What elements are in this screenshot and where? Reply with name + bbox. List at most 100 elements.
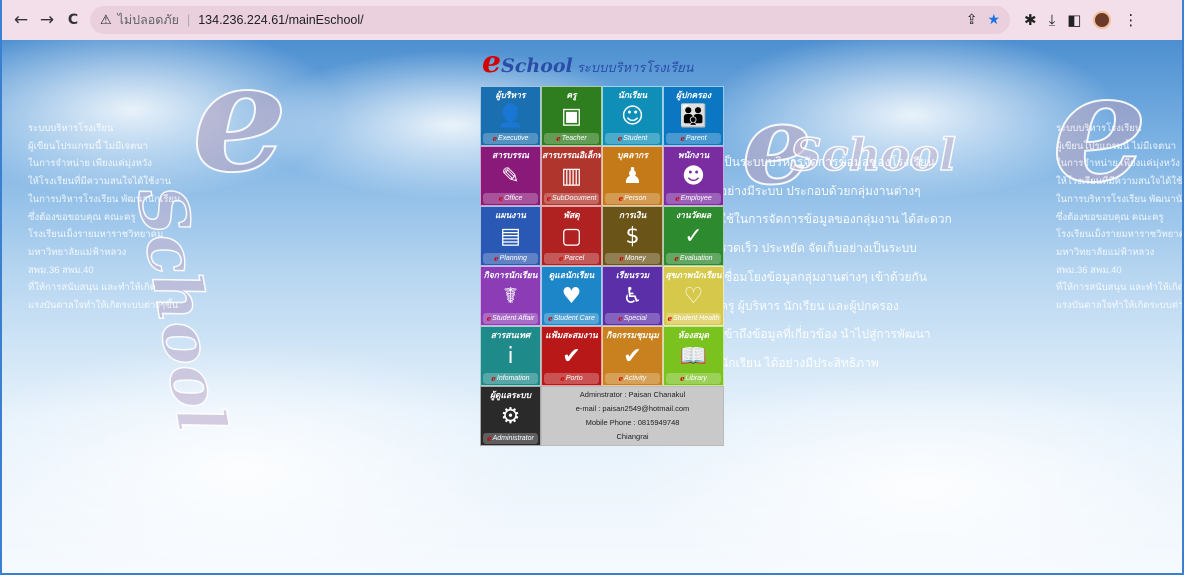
tile-footer: e Person	[605, 193, 660, 204]
side-line: มหาวิทยาลัยแม่ฟ้าหลวง	[28, 246, 127, 258]
tile-footer: e Activity	[605, 373, 660, 384]
person-tile[interactable]: บุคลากร ♟ e Person	[602, 146, 663, 206]
side-line: ให้โรงเรียนที่มีความสนใจได้ใช้งาน	[28, 176, 171, 188]
gear-icon: ⚙	[500, 403, 521, 429]
desc-line: อย่างมีระบบ ประกอบด้วยกลุ่มงานต่างๆ	[720, 183, 921, 198]
sidepanel-icon[interactable]: ◧	[1067, 11, 1081, 29]
parcel-tile[interactable]: พัสดุ ▢ e Parcel	[541, 206, 602, 266]
evaluation-tile[interactable]: งานวัดผล ✓ e Evaluation	[663, 206, 724, 266]
employee-tile[interactable]: พนักงาน ☻ e Employee	[663, 146, 724, 206]
side-text-right: ระบบบริหารโรงเรียน ผู้เขียนโปรแกรมนี้ ไม่…	[1056, 120, 1182, 315]
extensions-icon[interactable]: ✱	[1024, 11, 1037, 29]
administrator-tile[interactable]: ผู้ดูแลระบบ ⚙ e Administrator	[480, 386, 541, 446]
tile-title: บุคลากร	[617, 150, 648, 160]
planning-tile[interactable]: แผนงาน ▤ e Planning	[480, 206, 541, 266]
insecure-label: ไม่ปลอดภัย	[117, 13, 179, 27]
porto-tile[interactable]: แฟ้มสะสมงาน ✔ e Porto	[541, 326, 602, 386]
side-line: โรงเรียนเม็งรายมหาราชวิทยาคม	[1056, 229, 1182, 241]
admin-email: e-mail : paisan2549@hotmail.com	[575, 404, 690, 413]
tile-icon: ☺	[621, 103, 644, 129]
side-line: ในการบริหารโรงเรียน พัฒนานักเรียน	[1056, 193, 1182, 205]
activity-tile[interactable]: กิจกรรมชุมนุม ✔ e Activity	[602, 326, 663, 386]
page-background: e School e School e ระบบบริหารโรงเรียน ผู…	[2, 40, 1182, 573]
side-line: มหาวิทยาลัยแม่ฟ้าหลวง	[1056, 246, 1155, 258]
warning-icon[interactable]: ⚠	[100, 13, 112, 28]
address-bar[interactable]: ⚠ ไม่ปลอดภัย | 134.236.224.61/mainEschoo…	[90, 6, 1010, 34]
subdocument-tile[interactable]: สารบรรณอิเล็กทรอนิกส์ ▥ eSubDocument	[541, 146, 602, 206]
tile-icon: ▥	[561, 163, 582, 189]
tile-title: สุขภาพนักเรียน	[665, 270, 722, 280]
tile-icon: $	[625, 223, 640, 249]
tile-icon: ♡	[683, 283, 704, 309]
student-health-tile[interactable]: สุขภาพนักเรียน ♡ e Student Health	[663, 266, 724, 326]
tile-icon: ✔	[562, 343, 581, 369]
library-tile[interactable]: ห้องสมุด 📖 e Library	[663, 326, 724, 386]
system-description: เป็นระบบบริหารจัดการข้อมูลของโรงเรียน อย่…	[720, 148, 952, 378]
tile-title: แผนงาน	[494, 210, 526, 220]
tile-footer: e Administrator	[483, 433, 538, 444]
special-tile[interactable]: เรียนรวม ♿ e Special	[602, 266, 663, 326]
side-line: ระบบบริหารโรงเรียน	[28, 123, 114, 134]
tile-icon: 📖	[679, 343, 708, 369]
desc-line: นักเรียน ได้อย่างมีประสิทธิภาพ	[720, 355, 879, 370]
tile-footer: e Porto	[544, 373, 599, 384]
admin-name: Adminstrator : Paisan Chanakul	[579, 390, 686, 399]
url-text[interactable]: 134.236.224.61/mainEschool/	[198, 13, 363, 27]
reload-button[interactable]: C	[60, 7, 86, 33]
student-care-tile[interactable]: ดูแลนักเรียน ♥ e Student Care	[541, 266, 602, 326]
office-tile[interactable]: สารบรรณ ✎ e Office	[480, 146, 541, 206]
tile-icon: 👤	[496, 103, 525, 129]
side-line: ที่ให้การสนับสนุน และทำให้เกิด	[1056, 282, 1182, 294]
avatar[interactable]	[1093, 11, 1112, 29]
side-line: สพม.36 สพม.40	[1056, 264, 1122, 276]
side-line: ผู้เขียนโปรแกรมนี้ ไม่มีเจตนา	[28, 140, 149, 152]
side-line: ในการจำหน่าย เพียงแค่มุ่งหวัง	[1056, 158, 1180, 170]
star-icon[interactable]: ★	[987, 12, 1000, 28]
tile-footer: e Library	[666, 373, 721, 384]
student-tile[interactable]: นักเรียน ☺ e Student	[602, 86, 663, 146]
student-affair-tile[interactable]: กิจการนักเรียน ☤ e Student Affair	[480, 266, 541, 326]
cloud	[2, 340, 542, 573]
admin-phone: Mobile Phone : 0815949748	[585, 418, 680, 427]
download-icon[interactable]: ⤓	[1049, 11, 1056, 29]
tile-title: สารบรรณ	[492, 150, 529, 160]
side-line: ให้โรงเรียนที่มีความสนใจได้ใช้งาน	[1056, 176, 1182, 188]
tile-footer: e Office	[483, 193, 538, 204]
teacher-tile[interactable]: ครู ▣ e Teacher	[541, 86, 602, 146]
desc-line: ใช้ในการจัดการข้อมูลของกลุ่มงาน ได้สะดวก	[720, 212, 952, 227]
tile-icon: ▤	[500, 223, 521, 249]
tile-title: กิจกรรมชุมนุม	[606, 330, 659, 340]
tile-title: เรียนรวม	[615, 270, 650, 280]
infomation-tile[interactable]: สารสนเทศ i e Infomation	[480, 326, 541, 386]
tile-title: พัสดุ	[563, 210, 580, 220]
tile-title: พนักงาน	[677, 150, 710, 160]
browser-window: ← → C ⚠ ไม่ปลอดภัย | 134.236.224.61/main…	[0, 0, 1184, 575]
side-line: ที่ให้การสนับสนุน และทำให้เกิด	[28, 282, 156, 294]
tile-title: งานวัดผล	[675, 210, 712, 220]
logo-thai: ระบบบริหารโรงเรียน	[576, 60, 694, 75]
parent-tile[interactable]: ผู้ปกครอง 👪 e Parent	[663, 86, 724, 146]
browser-toolbar: ← → C ⚠ ไม่ปลอดภัย | 134.236.224.61/main…	[2, 0, 1182, 40]
module-grid: ผู้บริหาร 👤 e Executive ครู ▣ e Teacher นักเรียน…	[480, 86, 724, 446]
tile-icon: ✓	[684, 223, 703, 249]
side-line: แรงบันดาลใจทำให้เกิดระบบต่างๆขึ้น	[28, 300, 179, 312]
tile-icon: ☤	[503, 283, 518, 309]
executive-tile[interactable]: ผู้บริหาร 👤 e Executive	[480, 86, 541, 146]
tile-title: นักเรียน	[617, 90, 648, 100]
menu-icon[interactable]: ⋮	[1123, 11, 1138, 29]
money-tile[interactable]: การเงิน $ e Money	[602, 206, 663, 266]
side-text-left: ระบบบริหารโรงเรียนผู้เขียนโปรแกรมนี้ ไม่…	[28, 120, 180, 315]
side-line: โรงเรียนเม็งรายมหาราชวิทยาคม	[28, 229, 164, 241]
tile-footer: e Student Health	[666, 313, 721, 324]
admin-info-box: Adminstrator : Paisan Chanakul e-mail : …	[541, 386, 724, 446]
tile-footer: e Money	[605, 253, 660, 264]
side-line: ระบบบริหารโรงเรียน	[1056, 123, 1142, 134]
tile-icon: i	[507, 343, 514, 369]
tile-title: แฟ้มสะสมงาน	[545, 330, 598, 340]
tile-title: การเงิน	[618, 210, 647, 220]
back-button[interactable]: ←	[8, 7, 34, 33]
tile-footer: e Student Affair	[483, 313, 538, 324]
tile-icon: ▢	[561, 223, 582, 249]
forward-button[interactable]: →	[34, 7, 60, 33]
share-icon[interactable]: ⇪	[966, 12, 978, 28]
